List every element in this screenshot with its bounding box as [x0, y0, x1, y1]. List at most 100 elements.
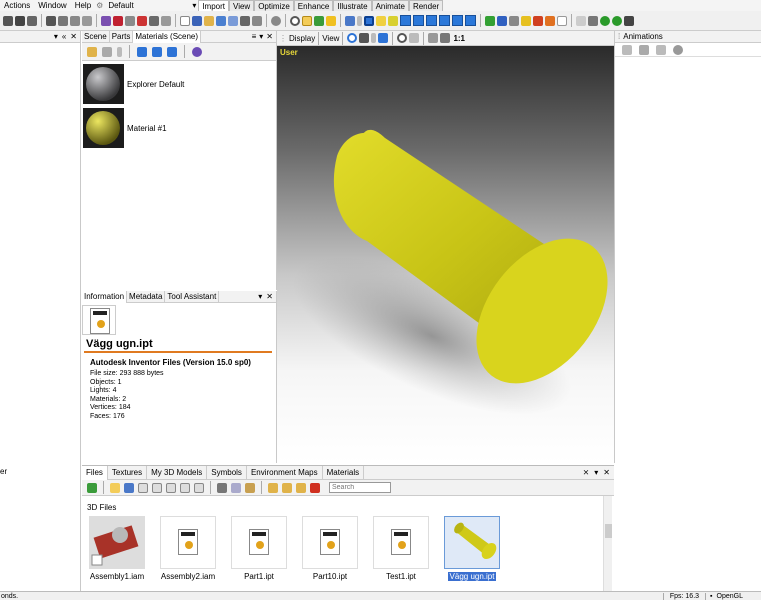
tab-symbols[interactable]: Symbols: [207, 465, 247, 480]
view-details-icon[interactable]: [194, 482, 204, 493]
list-icon[interactable]: [588, 15, 598, 26]
copy-icon[interactable]: [231, 482, 241, 493]
tab-view[interactable]: View: [229, 0, 255, 11]
import-icon[interactable]: [268, 482, 278, 493]
transform-icon[interactable]: [46, 15, 56, 26]
view-thumbs-icon[interactable]: [124, 482, 134, 493]
scale-icon[interactable]: [27, 15, 37, 26]
texture-icon[interactable]: [113, 15, 123, 26]
pan-icon[interactable]: [359, 33, 370, 43]
dropdown-arrow-icon[interactable]: ▾: [594, 468, 598, 477]
tab-tool-assistant[interactable]: Tool Assistant: [165, 290, 220, 303]
favorite-icon[interactable]: [296, 482, 306, 493]
expand-icon[interactable]: ⨯: [583, 468, 590, 477]
paste-icon[interactable]: [245, 482, 255, 493]
forward-icon[interactable]: [612, 15, 622, 26]
rotate-icon[interactable]: [15, 15, 25, 26]
grid-icon[interactable]: [622, 44, 632, 55]
render-yellow-icon[interactable]: [521, 15, 531, 26]
star-icon[interactable]: [326, 15, 336, 26]
open-icon[interactable]: [282, 482, 292, 493]
cube-back-icon[interactable]: [413, 15, 424, 26]
tab-files[interactable]: Files: [82, 465, 108, 480]
tab-environment-maps[interactable]: Environment Maps: [247, 465, 323, 480]
tab-materials-scene[interactable]: Materials (Scene): [133, 30, 202, 43]
file-item[interactable]: Part1.ipt: [226, 516, 292, 584]
export-icon[interactable]: [216, 15, 226, 26]
up-folder-icon[interactable]: [87, 482, 97, 493]
view-medium-icon[interactable]: [152, 482, 162, 493]
render-canvas[interactable]: User: [277, 46, 614, 463]
material-item[interactable]: Explorer Default: [82, 63, 277, 105]
folder-icon[interactable]: [302, 15, 312, 26]
sound-icon[interactable]: [149, 15, 159, 26]
roll-icon[interactable]: [378, 33, 389, 43]
menu-help[interactable]: Help: [71, 1, 95, 10]
zoom-extents-icon[interactable]: [440, 33, 451, 43]
menu-actions[interactable]: Actions: [0, 1, 34, 10]
orbit-icon[interactable]: [347, 33, 358, 43]
back-icon[interactable]: [600, 15, 610, 26]
dropdown-arrow-icon[interactable]: ▾: [190, 1, 198, 10]
display-menu[interactable]: Display: [289, 34, 315, 43]
menu-icon[interactable]: ≡: [252, 32, 257, 41]
file-item[interactable]: Part10.ipt: [297, 516, 363, 584]
material-icon[interactable]: [101, 15, 111, 26]
folder-icon[interactable]: [110, 482, 120, 493]
cube-bottom-icon[interactable]: [465, 15, 476, 26]
file-item[interactable]: Assembly1.iam: [84, 516, 150, 584]
file-item[interactable]: Assembly2.iam: [155, 516, 221, 584]
tab-metadata[interactable]: Metadata: [127, 290, 166, 303]
layout-select[interactable]: Default: [104, 1, 190, 10]
play-icon[interactable]: [102, 46, 112, 57]
align-icon[interactable]: [70, 15, 80, 26]
grid-icon[interactable]: [576, 15, 586, 26]
move-icon[interactable]: [3, 15, 13, 26]
cube-front-icon[interactable]: [400, 15, 411, 26]
material-sphere-icon[interactable]: [192, 46, 202, 57]
end-icon[interactable]: [624, 15, 634, 26]
view-list-icon[interactable]: [180, 482, 190, 493]
delete-icon[interactable]: [310, 482, 320, 493]
zoom-icon[interactable]: [397, 33, 408, 43]
dropdown-arrow-icon[interactable]: [357, 15, 362, 26]
render-gray-icon[interactable]: [509, 15, 519, 26]
cube-left-icon[interactable]: [426, 15, 437, 26]
file-item-selected[interactable]: Vägg ugn.ipt: [439, 516, 505, 584]
close-icon[interactable]: ✕: [70, 32, 77, 41]
rotate-view-icon[interactable]: [314, 15, 324, 26]
view-large-icon[interactable]: [137, 46, 147, 57]
explode-icon[interactable]: [161, 15, 171, 26]
zoom-window-icon[interactable]: [409, 33, 420, 43]
dropdown-arrow-icon[interactable]: ▾: [54, 32, 58, 41]
monitor-icon[interactable]: [345, 15, 355, 26]
new-icon[interactable]: [180, 15, 190, 26]
collapse-icon[interactable]: «: [62, 32, 66, 41]
publish-icon[interactable]: [228, 15, 238, 26]
scrollbar-thumb[interactable]: [605, 524, 612, 538]
view-large-icon[interactable]: [138, 482, 148, 493]
dropdown-arrow-icon[interactable]: ▾: [259, 32, 263, 41]
tab-optimize[interactable]: Optimize: [254, 0, 294, 11]
tab-animate[interactable]: Animate: [371, 0, 409, 11]
fit-icon[interactable]: [428, 33, 439, 43]
dropdown-arrow-icon[interactable]: [117, 46, 122, 57]
settings-icon[interactable]: [252, 15, 262, 26]
close-icon[interactable]: ✕: [266, 292, 273, 301]
cut-icon[interactable]: [217, 482, 227, 493]
tab-materials[interactable]: Materials: [323, 465, 365, 480]
render-green-icon[interactable]: [485, 15, 495, 26]
material-item[interactable]: Material #1: [82, 107, 277, 149]
pivot-icon[interactable]: [58, 15, 68, 26]
help-icon[interactable]: [673, 44, 683, 55]
view-menu[interactable]: View: [322, 34, 339, 43]
new-material-icon[interactable]: [87, 46, 97, 57]
render-red-icon[interactable]: [533, 15, 543, 26]
tab-render[interactable]: Render: [408, 0, 444, 11]
tab-enhance[interactable]: Enhance: [293, 0, 334, 11]
save-icon[interactable]: [192, 15, 202, 26]
close-icon[interactable]: ✕: [266, 32, 273, 41]
menu-window[interactable]: Window: [34, 1, 70, 10]
cube-top-icon[interactable]: [452, 15, 463, 26]
tab-information[interactable]: Information: [82, 290, 128, 303]
